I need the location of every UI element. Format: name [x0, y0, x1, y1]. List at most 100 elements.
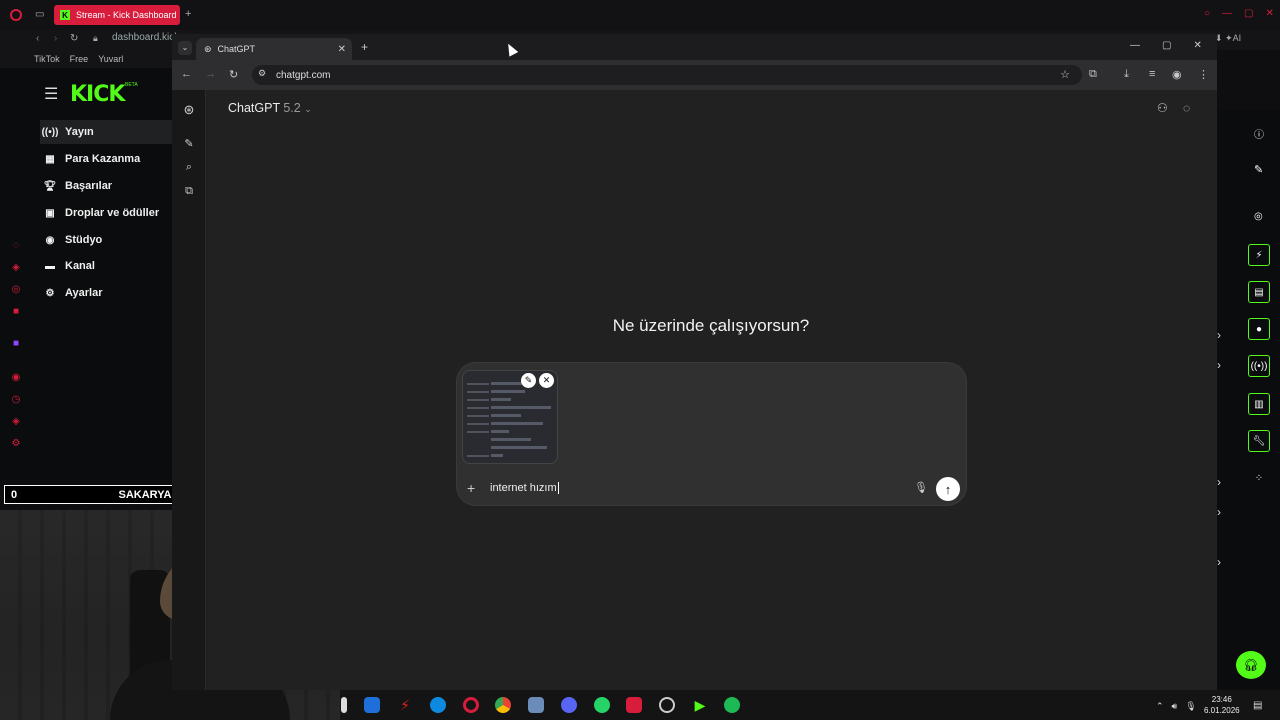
- apps-button[interactable]: ⁘: [1248, 467, 1270, 489]
- sidebar-item-para-kazanma[interactable]: ▦ Para Kazanma: [40, 147, 172, 171]
- add-people-icon[interactable]: ⚇: [1157, 101, 1168, 115]
- bookmark-star-icon[interactable]: ☆: [1060, 68, 1070, 81]
- tab-search-icon[interactable]: ⌄: [178, 41, 192, 55]
- broadcast-button[interactable]: ((•)): [1248, 355, 1270, 377]
- kick-logo[interactable]: KICK: [70, 82, 125, 107]
- new-tab-icon[interactable]: +: [361, 40, 368, 54]
- spotify-icon[interactable]: [724, 697, 740, 713]
- kick-studio-icon[interactable]: ▶: [692, 697, 708, 713]
- sidebar-item-studyo[interactable]: ◉ Stüdyo: [40, 228, 172, 252]
- opera-sidebar-icon[interactable]: ◈: [10, 262, 22, 274]
- chat-button[interactable]: ●: [1248, 318, 1270, 340]
- chevron-right-icon[interactable]: ›: [1217, 328, 1221, 342]
- app-icon[interactable]: [626, 697, 642, 713]
- chrome-menu-icon[interactable]: ⋮: [1198, 68, 1209, 81]
- lightning-icon: ⚡︎: [1255, 249, 1263, 261]
- network-app-icon[interactable]: [528, 697, 544, 713]
- microphone-icon[interactable]: 🎙︎: [1185, 701, 1196, 712]
- notifications-icon[interactable]: ▤: [1253, 700, 1262, 711]
- discord-icon[interactable]: [561, 697, 577, 713]
- edge-icon[interactable]: [430, 697, 446, 713]
- site-info-icon[interactable]: ⚙: [258, 68, 266, 79]
- hamburger-menu-icon[interactable]: ☰: [44, 84, 58, 104]
- opera-new-tab-icon[interactable]: +: [185, 8, 191, 20]
- tab-close-icon[interactable]: ✕: [338, 44, 346, 55]
- app-icon[interactable]: [659, 697, 675, 713]
- opera-window-controls[interactable]: ○ — ▢ ✕: [1204, 8, 1274, 19]
- chevron-right-icon[interactable]: ›: [1217, 555, 1221, 569]
- chevron-right-icon[interactable]: ›: [1217, 475, 1221, 489]
- close-window-icon[interactable]: ✕: [1193, 40, 1201, 51]
- sidebar-item-kanal[interactable]: ▬ Kanal: [40, 254, 172, 278]
- tab-menu-icon[interactable]: ▭: [35, 9, 44, 20]
- document-button[interactable]: ▤: [1248, 281, 1270, 303]
- layout-button[interactable]: ▥: [1248, 393, 1270, 415]
- pencil-icon[interactable]: ✎: [1254, 163, 1263, 176]
- opera-sidebar-icon[interactable]: ◎: [10, 284, 22, 296]
- settings-icon[interactable]: ⚙: [10, 438, 22, 450]
- opera-gx-icon[interactable]: [463, 697, 479, 713]
- opera-tab-kick-dashboard[interactable]: K Stream - Kick Dashboard: [54, 5, 180, 25]
- system-tray[interactable]: ⌃ 🔊︎ 🎙︎: [1156, 701, 1197, 712]
- edit-image-button[interactable]: ✎: [521, 373, 536, 388]
- lightning-app-icon[interactable]: ⚡︎: [397, 697, 413, 713]
- media-control-icon[interactable]: ≡: [1149, 68, 1155, 80]
- support-button[interactable]: 🎧︎: [1236, 651, 1266, 679]
- bookmark-yuvarl[interactable]: Yuvarl: [98, 54, 123, 64]
- info-icon[interactable]: ⓘ: [1254, 126, 1264, 141]
- chevron-right-icon[interactable]: ›: [1217, 505, 1221, 519]
- chrome-url: chatgpt.com: [276, 69, 331, 81]
- wrench-button[interactable]: 🔧︎: [1248, 430, 1270, 452]
- opera-forward-icon[interactable]: ›: [54, 33, 57, 44]
- history-icon[interactable]: ◷: [10, 394, 22, 406]
- downloads-icon[interactable]: ⤓: [1124, 68, 1129, 81]
- twitch-icon[interactable]: ■: [10, 338, 22, 350]
- temporary-chat-icon[interactable]: ◌: [1183, 101, 1190, 115]
- chatgpt-logo-icon[interactable]: ⊛: [182, 102, 196, 117]
- dictate-button[interactable]: 🎙︎: [914, 481, 928, 494]
- library-icon[interactable]: ⧉: [182, 185, 196, 199]
- sidebar-item-label: Ayarlar: [65, 287, 103, 299]
- sidebar-item-droplar[interactable]: ▣ Droplar ve ödüller: [40, 201, 172, 225]
- taskbar-clock[interactable]: 23:46 6.01.2026: [1204, 694, 1240, 716]
- opera-reload-icon[interactable]: ↻: [70, 33, 78, 44]
- whatsapp-icon[interactable]: [594, 697, 610, 713]
- forward-icon[interactable]: →: [205, 68, 216, 80]
- opera-sidebar-icon[interactable]: ◉: [10, 372, 22, 384]
- opera-sidebar-icon[interactable]: ◌: [10, 240, 22, 252]
- reload-icon[interactable]: ↻: [229, 68, 238, 81]
- chevron-right-icon[interactable]: ›: [1217, 358, 1221, 372]
- opera-ai-icon[interactable]: ⬇ ✦AI: [1215, 33, 1241, 44]
- minimize-icon[interactable]: —: [1130, 40, 1140, 51]
- sidebar-item-yayin[interactable]: ((•)) Yayın: [40, 120, 172, 144]
- lightning-button[interactable]: ⚡︎: [1248, 244, 1270, 266]
- back-icon[interactable]: ←: [181, 68, 192, 80]
- opera-logo-icon[interactable]: [10, 9, 22, 21]
- target-icon[interactable]: ◎: [1254, 211, 1263, 222]
- model-selector[interactable]: ChatGPT 5.2 ⌄: [228, 101, 312, 115]
- extensions-icon[interactable]: ⧉: [1089, 68, 1097, 81]
- maximize-icon[interactable]: ▢: [1162, 40, 1171, 51]
- opera-url[interactable]: dashboard.kick: [112, 32, 179, 43]
- sidebar-item-basarilar[interactable]: 🏆︎ Başarılar: [40, 174, 172, 198]
- chrome-omnibox[interactable]: ⚙ chatgpt.com ☆: [252, 65, 1082, 85]
- chrome-icon[interactable]: [495, 697, 511, 713]
- remove-image-button[interactable]: ✕: [539, 373, 554, 388]
- send-button[interactable]: ↑: [936, 477, 960, 501]
- bookmark-free[interactable]: Free: [70, 54, 89, 64]
- chevron-up-icon[interactable]: ⌃: [1156, 701, 1164, 712]
- outlook-icon[interactable]: [364, 697, 380, 713]
- add-attachment-button[interactable]: +: [467, 480, 475, 496]
- opera-sidebar-icon[interactable]: ◈: [10, 416, 22, 428]
- new-chat-icon[interactable]: ✎: [182, 137, 196, 151]
- profile-icon[interactable]: ◉: [1172, 68, 1182, 81]
- file-icon[interactable]: [341, 697, 347, 713]
- opera-sidebar-icon[interactable]: ■: [10, 306, 22, 318]
- volume-icon[interactable]: 🔊︎: [1172, 701, 1178, 712]
- sidebar-item-ayarlar[interactable]: ⚙ Ayarlar: [40, 281, 172, 305]
- search-icon[interactable]: ⌕: [182, 161, 196, 175]
- prompt-input[interactable]: internet hızım: [490, 482, 559, 494]
- chrome-tab-chatgpt[interactable]: ⊛ ChatGPT ✕: [196, 38, 352, 60]
- bookmark-tiktok[interactable]: TikTok: [34, 54, 60, 64]
- opera-back-icon[interactable]: ‹: [36, 33, 39, 44]
